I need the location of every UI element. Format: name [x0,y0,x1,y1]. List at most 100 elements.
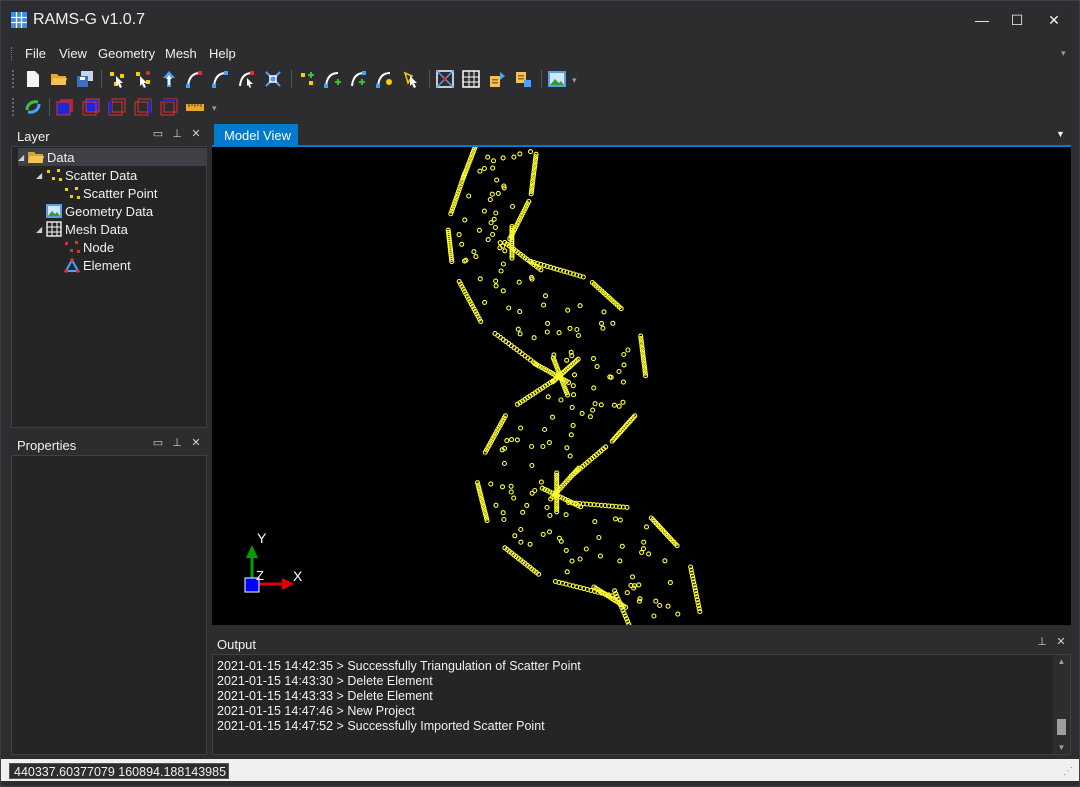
toolbar-overflow-icon[interactable]: ▾ [572,75,577,86]
y-axis-arrow [246,545,258,558]
tree-item-data[interactable]: ◢ Data [18,148,206,166]
scatter-point [541,302,547,308]
mesh-pick-icon[interactable] [401,69,421,89]
expand-arrow-icon[interactable]: ◢ [36,225,46,234]
view-left-icon[interactable] [107,97,127,117]
scatter-point [511,495,517,501]
menu-view[interactable]: View [59,46,87,61]
toolbar2-overflow-icon[interactable]: ▾ [212,103,217,114]
close-icon[interactable]: ✕ [1054,635,1068,649]
pin-icon[interactable]: ⊥ [1035,635,1049,649]
tab-model-view[interactable]: Model View [214,124,298,146]
menu-help[interactable]: Help [209,46,236,61]
tree-label: Node [83,239,115,255]
point-add-icon[interactable] [297,69,317,89]
save-icon[interactable] [75,69,95,89]
expand-arrow-icon[interactable]: ◢ [36,171,46,180]
polyline-select-icon[interactable] [185,69,205,89]
scroll-down-icon[interactable]: ▼ [1053,743,1070,752]
tree-item-node[interactable]: Node [64,238,114,256]
resize-grip-icon[interactable]: ⋰ [1063,766,1075,778]
view-back-icon[interactable] [81,97,101,117]
output-log[interactable]: 2021-01-15 14:42:35 > Successfully Trian… [212,654,1071,755]
expand-arrow-icon[interactable]: ◢ [18,153,28,162]
float-icon[interactable]: ▭ [151,436,165,450]
tree-item-scatter-data[interactable]: ◢ Scatter Data [36,166,137,184]
view-top-icon[interactable] [159,97,179,117]
menu-geometry[interactable]: Geometry [98,46,155,61]
menu-mesh[interactable]: Mesh [165,46,197,61]
tree-item-element[interactable]: Element [64,256,131,274]
scatter-point [577,556,583,562]
scatter-point [494,177,500,183]
open-folder-icon[interactable] [49,69,69,89]
close-button[interactable]: ✕ [1039,9,1069,31]
scatter-point [518,539,524,545]
scatter-point [653,598,659,604]
scatter-point [662,558,668,564]
scroll-thumb[interactable] [1057,719,1066,736]
menu-overflow-icon[interactable]: ▾ [1061,48,1066,59]
scatter-select-icon[interactable] [107,69,127,89]
geometry-image-icon[interactable] [547,69,567,89]
float-icon[interactable]: ▭ [151,127,165,141]
output-panel: Output ⊥ ✕ 2021-01-15 14:42:35 > Success… [212,632,1071,755]
scatter-point [493,283,499,289]
scroll-up-icon[interactable]: ▲ [1053,657,1070,666]
view-front-icon[interactable] [55,97,75,117]
grid-mesh-icon[interactable] [461,69,481,89]
menu-grip[interactable] [11,47,14,61]
properties-panel-header: Properties ▭ ⊥ ✕ [11,433,207,455]
curve-add-icon[interactable] [349,69,369,89]
new-file-icon[interactable] [23,69,43,89]
view-right-icon[interactable] [133,97,153,117]
scatter-point [466,193,472,199]
close-icon[interactable]: ✕ [189,127,203,141]
tree-item-scatter-point[interactable]: Scatter Point [64,184,157,202]
output-scrollbar[interactable]: ▲ ▼ [1053,655,1070,754]
maximize-button[interactable]: ☐ [1002,9,1032,31]
output-lines: 2021-01-15 14:42:35 > Successfully Trian… [217,659,1050,734]
layer-panel-title: Layer [17,129,50,144]
scatter-point [571,392,577,398]
scatter-point-icon [64,185,80,201]
minimize-button[interactable]: — [967,9,997,31]
scatter-point [524,502,530,508]
scatter-point [583,546,589,552]
tab-list-dropdown-icon[interactable]: ▼ [1056,129,1065,139]
close-icon[interactable]: ✕ [189,436,203,450]
scatter-point [629,574,636,580]
scatter-point [515,326,521,332]
mesh-import-icon[interactable] [513,69,533,89]
tree-item-mesh-data[interactable]: ◢ Mesh Data [36,220,128,238]
model-viewport[interactable]: Y X Z [212,147,1071,625]
node-delete-icon[interactable] [263,69,283,89]
ruler-icon[interactable] [185,97,205,117]
scatter-point [574,326,580,333]
toolbar-grip[interactable] [12,70,15,88]
title-bar[interactable]: RAMS-G v1.0.7 — ☐ ✕ [1,1,1079,39]
scatter-move-icon[interactable] [133,69,153,89]
scatter-point [501,460,507,467]
scatter-point [636,582,642,588]
pin-icon[interactable]: ⊥ [170,436,184,450]
mesh-export-icon[interactable] [487,69,507,89]
scatter-point [529,462,535,469]
menu-file[interactable]: File [25,46,46,61]
tree-item-geometry-data[interactable]: Geometry Data [46,202,153,220]
axis-triad: Y X Z [244,530,303,593]
refresh-icon[interactable] [23,97,43,117]
toolbar-grip[interactable] [12,98,15,116]
line-add-icon[interactable] [323,69,343,89]
arrow-up-icon[interactable] [159,69,179,89]
scatter-point [481,208,487,214]
pin-icon[interactable]: ⊥ [170,127,184,141]
arc-select-icon[interactable] [237,69,257,89]
scatter-plot[interactable]: Y X Z [212,147,1071,625]
scatter-point [575,332,582,339]
scatter-point [567,453,573,459]
scatter-point [547,512,553,518]
triangulate-icon[interactable] [435,69,455,89]
arc-icon[interactable] [211,69,231,89]
curve-edit-icon[interactable] [375,69,395,89]
